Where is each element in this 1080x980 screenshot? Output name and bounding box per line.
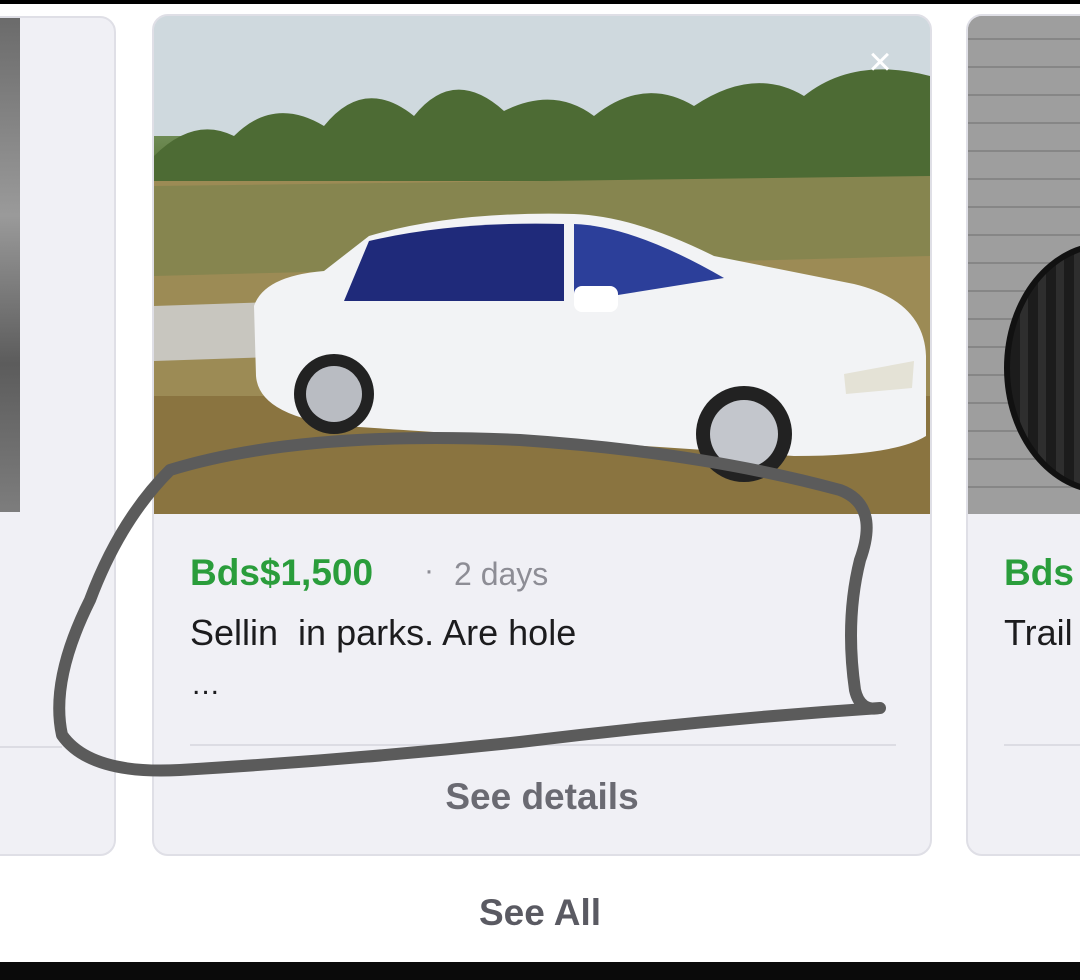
- bottom-edge: [0, 962, 1080, 980]
- listing-title-next[interactable]: Trail: [1004, 612, 1073, 654]
- listing-photo[interactable]: ×: [154, 16, 930, 514]
- listing-photo-previous[interactable]: [0, 18, 20, 512]
- meta-separator: ·: [424, 554, 434, 587]
- close-icon[interactable]: ×: [862, 42, 898, 82]
- listing-card[interactable]: × Bds$1,500 · 2 days Sellin in parks. Ar…: [152, 14, 932, 856]
- listing-photo-next[interactable]: [968, 16, 1080, 514]
- tire-image: [1004, 242, 1080, 494]
- more-text-ellipsis: ...: [192, 668, 221, 701]
- see-all-link[interactable]: See All: [0, 892, 1080, 934]
- car-photo-illustration: [154, 16, 930, 514]
- listing-age: 2 days: [454, 556, 549, 592]
- marketplace-carousel: × Bds$1,500 · 2 days Sellin in parks. Ar…: [0, 0, 1080, 980]
- card-divider: [1004, 744, 1080, 746]
- card-divider: [0, 746, 62, 748]
- see-details-button[interactable]: See details: [154, 776, 930, 818]
- listing-price-next: Bds: [1004, 552, 1074, 593]
- listing-title[interactable]: Sellin in parks. Are hole: [190, 612, 576, 654]
- card-divider: [190, 744, 896, 746]
- listing-price: Bds$1,500: [190, 552, 374, 593]
- top-edge: [0, 0, 1080, 4]
- listing-card-next[interactable]: Bds Trail: [966, 14, 1080, 856]
- listing-card-previous[interactable]: [0, 16, 116, 856]
